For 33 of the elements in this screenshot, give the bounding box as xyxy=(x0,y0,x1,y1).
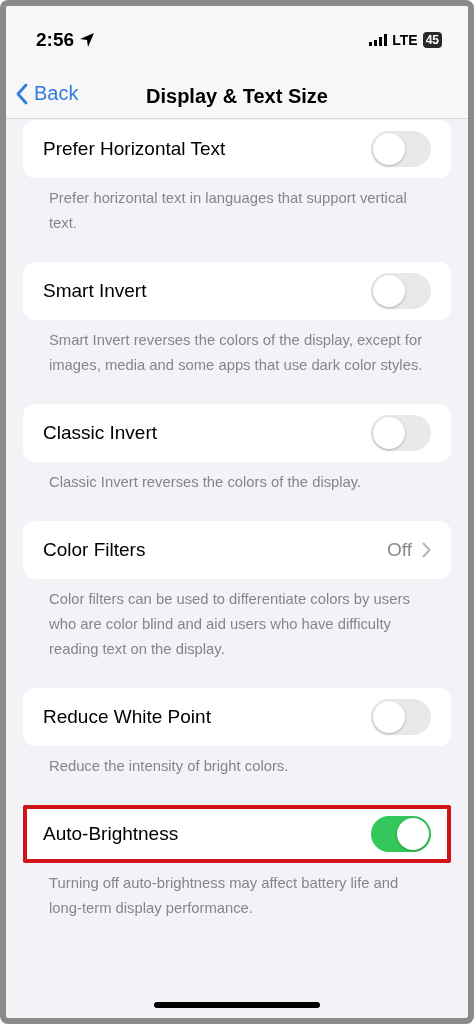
setting-label: Auto-Brightness xyxy=(43,823,179,845)
setting-label: Classic Invert xyxy=(43,422,158,444)
chevron-left-icon xyxy=(16,82,28,105)
setting-label: Smart Invert xyxy=(43,280,147,302)
toggle-switch[interactable] xyxy=(371,816,431,852)
highlighted-setting-row[interactable]: Auto-Brightness xyxy=(23,805,451,863)
setting-description: Turning off auto-brightness may affect battery life and long-term display performance. xyxy=(48,874,400,918)
back-link[interactable]: Back xyxy=(16,82,79,105)
chevron-right-icon xyxy=(422,542,431,558)
setting-description: Reduce the intensity of bright colors. xyxy=(48,757,290,776)
setting-row[interactable]: Reduce White Point xyxy=(23,688,451,746)
setting-description: Classic Invert reverses the colors of the display. xyxy=(48,473,363,492)
setting-label: Reduce White Point xyxy=(43,706,211,728)
setting-label: Color Filters xyxy=(43,539,146,561)
toggle-switch[interactable] xyxy=(371,131,431,167)
setting-label: Prefer Horizontal Text xyxy=(43,138,226,160)
status-time: 2:56 xyxy=(36,29,75,51)
setting-row[interactable]: Smart Invert xyxy=(23,262,451,320)
setting-description: Color filters can be used to differentiate colors by users who are color blind and aid users who have difficulty reading text on the display. xyxy=(48,590,411,659)
signal-icon xyxy=(369,34,388,46)
battery-level: 45 xyxy=(422,32,442,48)
setting-description: Prefer horizontal text in languages that support vertical text. xyxy=(48,189,408,233)
location-arrow-icon xyxy=(79,32,96,48)
page-title: Display & Text Size xyxy=(146,84,328,108)
setting-row[interactable]: Classic Invert xyxy=(23,404,451,462)
setting-row[interactable]: Color Filters Off xyxy=(23,521,451,579)
toggle-switch[interactable] xyxy=(371,273,431,309)
setting-value: Off xyxy=(387,539,412,561)
toggle-switch[interactable] xyxy=(371,699,431,735)
setting-description: Smart Invert reverses the colors of the display, except for images, media and some apps that use dark color styles. xyxy=(48,331,424,375)
network-label: LTE xyxy=(392,32,418,48)
toggle-switch[interactable] xyxy=(371,415,431,451)
setting-row[interactable]: Prefer Horizontal Text xyxy=(23,120,451,178)
